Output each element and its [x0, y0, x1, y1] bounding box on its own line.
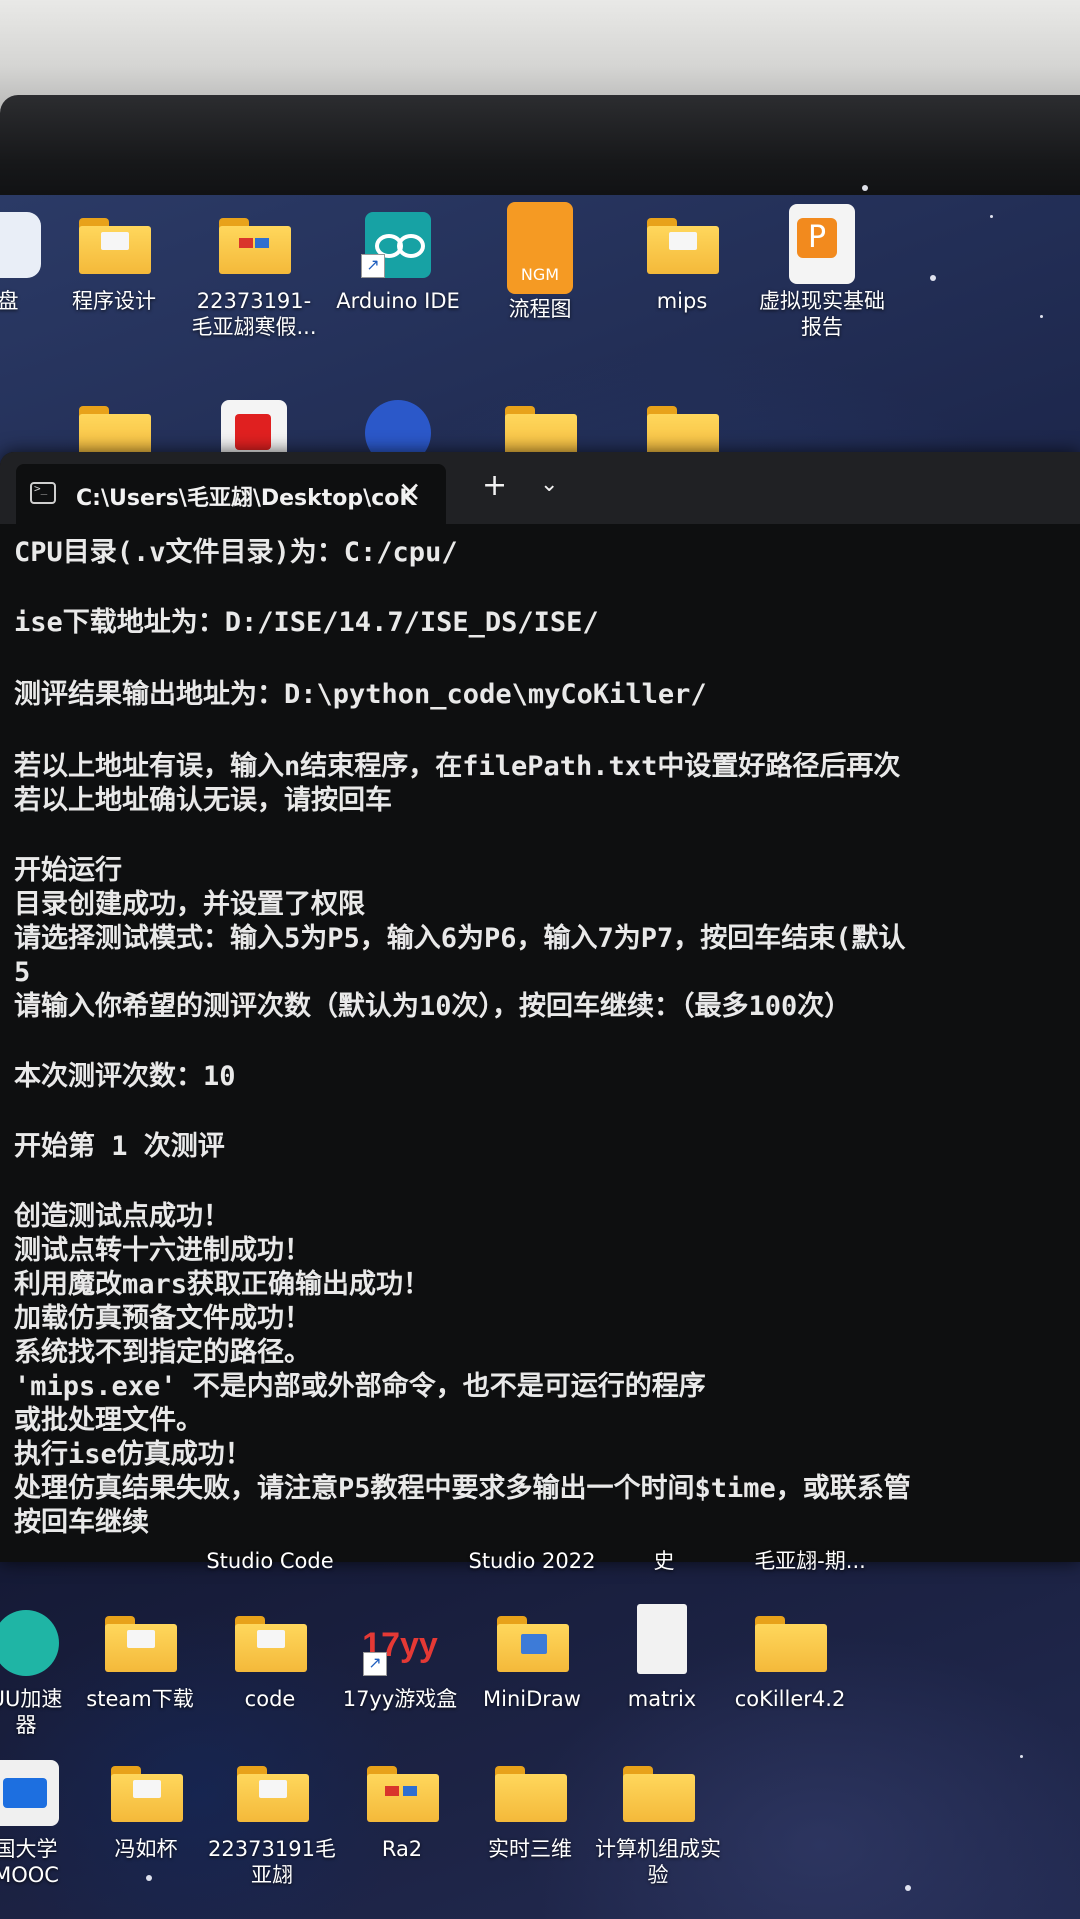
- folder-icon: [751, 1610, 829, 1676]
- close-icon[interactable]: ✕: [398, 476, 421, 509]
- shortcut-arrow-icon: ↗: [361, 254, 385, 278]
- desktop-icon-visual-studio[interactable]: Studio 2022: [462, 1548, 602, 1574]
- desktop-icon-history[interactable]: 史: [594, 1548, 734, 1574]
- desktop-icon-17yy[interactable]: 17yy ↗ 17yy游戏盒: [330, 1610, 470, 1712]
- folder-icon: [107, 1760, 185, 1826]
- console-line: 'mips.exe' 不是内部或外部命令，也不是可运行的程序: [14, 1371, 706, 1402]
- terminal-tab-bar: C:\Users\毛亚翃\Desktop\coK ✕ + ⌄: [0, 452, 1080, 524]
- desktop-icon-cokiller[interactable]: coKiller4.2: [720, 1610, 860, 1712]
- folder-icon: [215, 212, 293, 278]
- desktop-icon-final-folder[interactable]: 毛亚翃-期...: [740, 1548, 880, 1574]
- desktop-icon-realtime-3d[interactable]: 实时三维: [460, 1760, 600, 1862]
- folder-icon: [363, 1760, 441, 1826]
- terminal-icon: [30, 482, 56, 504]
- console-line: 测评结果输出地址为：D:\python_code\myCoKiller/: [14, 679, 707, 710]
- console-line: CPU目录(.v文件目录)为：C:/cpu/: [14, 537, 458, 568]
- folder-icon: [491, 1760, 569, 1826]
- room-background: [0, 0, 1080, 110]
- folder-icon: [231, 1610, 309, 1676]
- desktop-icon-steam-download[interactable]: steam下载: [70, 1610, 210, 1712]
- console-line: 创造测试点成功！: [14, 1201, 230, 1232]
- console-line: 若以上地址有误，输入n结束程序，在filePath.txt中设置好路径后再次: [14, 751, 901, 782]
- file-icon: [623, 1604, 701, 1676]
- console-line: 开始第 1 次测评: [14, 1131, 225, 1162]
- arduino-icon: ↗: [359, 212, 437, 278]
- desktop-icon-code[interactable]: code: [200, 1610, 340, 1712]
- wallpaper-star: [1040, 315, 1043, 318]
- console-output[interactable]: CPU目录(.v文件目录)为：C:/cpu/ ise下载地址为：D:/ISE/1…: [14, 532, 1080, 1542]
- desktop-icon-ra2[interactable]: Ra2: [332, 1760, 472, 1862]
- console-line: 执行ise仿真成功！: [14, 1439, 252, 1470]
- folder-icon: [643, 212, 721, 278]
- console-line: 请选择测试模式：输入5为P5，输入6为P6，输入7为P7，按回车结束(默认: [14, 923, 906, 954]
- disk-icon: [0, 212, 47, 278]
- desktop-icon-flowchart[interactable]: NGM 流程图: [470, 202, 610, 322]
- console-line: ise下载地址为：D:/ISE/14.7/ISE_DS/ISE/: [14, 607, 599, 638]
- new-tab-button[interactable]: +: [482, 468, 507, 503]
- folder-icon: [493, 1610, 571, 1676]
- terminal-tab[interactable]: C:\Users\毛亚翃\Desktop\coK ✕: [16, 464, 446, 524]
- console-line: 请输入你希望的测评次数（默认为10次），按回车继续：（最多100次）: [14, 991, 852, 1022]
- console-line: 测试点转十六进制成功！: [14, 1235, 311, 1266]
- desktop-icon-arduino[interactable]: ↗ Arduino IDE: [328, 212, 468, 314]
- console-line: 开始运行: [14, 855, 122, 886]
- 17yy-icon: 17yy ↗: [361, 1610, 439, 1676]
- shortcut-arrow-icon: ↗: [363, 1652, 387, 1676]
- console-line: 按回车继续: [14, 1507, 149, 1538]
- terminal-tab-title: C:\Users\毛亚翃\Desktop\coK: [76, 486, 417, 511]
- wallpaper-star: [146, 1875, 152, 1881]
- terminal-window[interactable]: C:\Users\毛亚翃\Desktop\coK ✕ + ⌄ CPU目录(.v文…: [0, 452, 1080, 1562]
- console-line: 5: [14, 957, 31, 988]
- wallpaper-star: [930, 275, 936, 281]
- chevron-down-icon[interactable]: ⌄: [540, 472, 558, 497]
- console-line: 或批处理文件。: [14, 1405, 203, 1436]
- console-line: 系统找不到指定的路径。: [14, 1337, 311, 1368]
- wallpaper-star: [1020, 1755, 1023, 1758]
- console-line: 处理仿真结果失败，请注意P5教程中要求多输出一个时间$time，或联系管: [14, 1473, 911, 1504]
- folder-icon: [75, 212, 153, 278]
- desktop-icon-matrix[interactable]: matrix: [592, 1604, 732, 1712]
- console-line: 目录创建成功，并设置了权限: [14, 889, 365, 920]
- console-line: 本次测评次数：10: [14, 1061, 236, 1092]
- desktop-icon-mips[interactable]: mips: [612, 212, 752, 314]
- folder-icon: [233, 1760, 311, 1826]
- folder-icon: [619, 1760, 697, 1826]
- uu-icon: [0, 1610, 65, 1676]
- desktop-icon-student-folder[interactable]: 22373191毛 亚翃: [202, 1760, 342, 1888]
- desktop-icon-vr-report[interactable]: P 虚拟现实基础 报告: [752, 204, 892, 340]
- flowchart-icon: NGM: [501, 202, 579, 294]
- desktop-icon-homework-folder[interactable]: 22373191- 毛亚翃寒假...: [184, 212, 324, 340]
- console-line: 利用魔改mars获取正确输出成功！: [14, 1269, 431, 1300]
- mooc-icon: [0, 1760, 65, 1826]
- console-line: 加载仿真预备文件成功！: [14, 1303, 311, 1334]
- monitor-bezel: [0, 95, 1080, 205]
- desktop-icon-computer-organization-lab[interactable]: 计算机组成实 验: [588, 1760, 728, 1888]
- console-line: 若以上地址确认无误，请按回车: [14, 785, 392, 816]
- desktop-icon-minidraw[interactable]: MiniDraw: [462, 1610, 602, 1712]
- wallpaper-star: [990, 215, 993, 218]
- desktop-icon-fengru-cup[interactable]: 冯如杯: [76, 1760, 216, 1862]
- wallpaper-star: [862, 185, 868, 191]
- wallpaper-star: [905, 1885, 911, 1891]
- folder-icon: [101, 1610, 179, 1676]
- desktop-icon-vscode[interactable]: Studio Code: [200, 1548, 340, 1574]
- pdf-icon: P: [783, 204, 861, 284]
- desktop-icon-programming[interactable]: 程序设计: [44, 212, 184, 314]
